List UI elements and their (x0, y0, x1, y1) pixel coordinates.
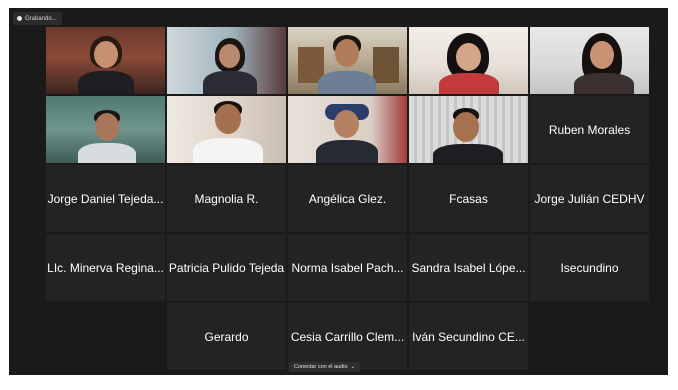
participant-name: Magnolia R. (194, 191, 259, 206)
participant-name-tile[interactable]: Norma Isabel Pach... (288, 234, 407, 301)
participant-name-tile[interactable]: Angélica Glez. (288, 165, 407, 232)
participant-name-tile[interactable]: LIc. Minerva Regina... (46, 234, 165, 301)
participant-name: Jorge Julián CEDHV (534, 191, 645, 206)
participant-name: Isecundino (560, 260, 619, 275)
participant-video (409, 96, 528, 163)
participant-name: Fcasas (449, 191, 488, 206)
participant-name-tile[interactable]: Ruben Morales (530, 96, 649, 163)
participant-name: Ruben Morales (548, 122, 631, 137)
recording-indicator[interactable]: Grabando... (13, 12, 62, 25)
recording-label: Grabando... (25, 15, 57, 22)
participant-name-tile[interactable]: Jorge Julián CEDHV (530, 165, 649, 232)
participant-video-tile[interactable] (46, 27, 165, 94)
participant-name: Patricia Pulido Tejeda (168, 260, 285, 275)
connect-audio-label: Conectar con el audio (294, 364, 348, 370)
participant-name: Gerardo (204, 329, 249, 344)
participant-video (288, 27, 407, 94)
participant-video-tile[interactable] (288, 96, 407, 163)
participant-video-tile[interactable] (409, 27, 528, 94)
participant-name: Jorge Daniel Tejeda... (47, 191, 164, 206)
participant-name: Sandra Isabel Lópe... (411, 260, 526, 275)
record-icon (17, 16, 22, 21)
participant-video-tile[interactable] (409, 96, 528, 163)
participant-name-tile[interactable]: Cesia Carrillo Clem... (288, 303, 407, 370)
participant-video-tile-active-speaker[interactable] (288, 27, 407, 94)
connect-audio-tooltip[interactable]: Conectar con el audio ⌄ (289, 362, 361, 372)
participant-name-tile[interactable]: Patricia Pulido Tejeda (167, 234, 286, 301)
participant-name-tile[interactable]: Gerardo (167, 303, 286, 370)
participant-video (167, 96, 286, 163)
participant-video (409, 27, 528, 94)
chevron-down-icon: ⌄ (350, 364, 356, 370)
participant-video (46, 96, 165, 163)
participant-video (167, 27, 286, 94)
participant-name: Cesia Carrillo Clem... (290, 329, 405, 344)
participant-video-tile[interactable] (167, 96, 286, 163)
participant-video (46, 27, 165, 94)
participant-name-tile[interactable]: Fcasas (409, 165, 528, 232)
participant-name-tile[interactable]: Iván Secundino CE... (409, 303, 528, 370)
participant-name: Norma Isabel Pach... (291, 260, 404, 275)
participant-name-tile[interactable]: Sandra Isabel Lópe... (409, 234, 528, 301)
participant-name: Iván Secundino CE... (412, 329, 525, 344)
participant-name-tile[interactable]: Isecundino (530, 234, 649, 301)
participant-name-tile[interactable]: Jorge Daniel Tejeda... (46, 165, 165, 232)
participant-video-tile[interactable] (167, 27, 286, 94)
participant-video-tile[interactable] (530, 27, 649, 94)
participant-video (288, 96, 407, 163)
participant-name-tile[interactable]: Magnolia R. (167, 165, 286, 232)
participant-video (530, 27, 649, 94)
participant-name: Angélica Glez. (308, 191, 387, 206)
participant-video-tile[interactable] (46, 96, 165, 163)
participant-name: LIc. Minerva Regina... (47, 260, 164, 275)
video-gallery-window: Grabando... Ruben Morales Jorge Daniel T… (9, 8, 668, 375)
